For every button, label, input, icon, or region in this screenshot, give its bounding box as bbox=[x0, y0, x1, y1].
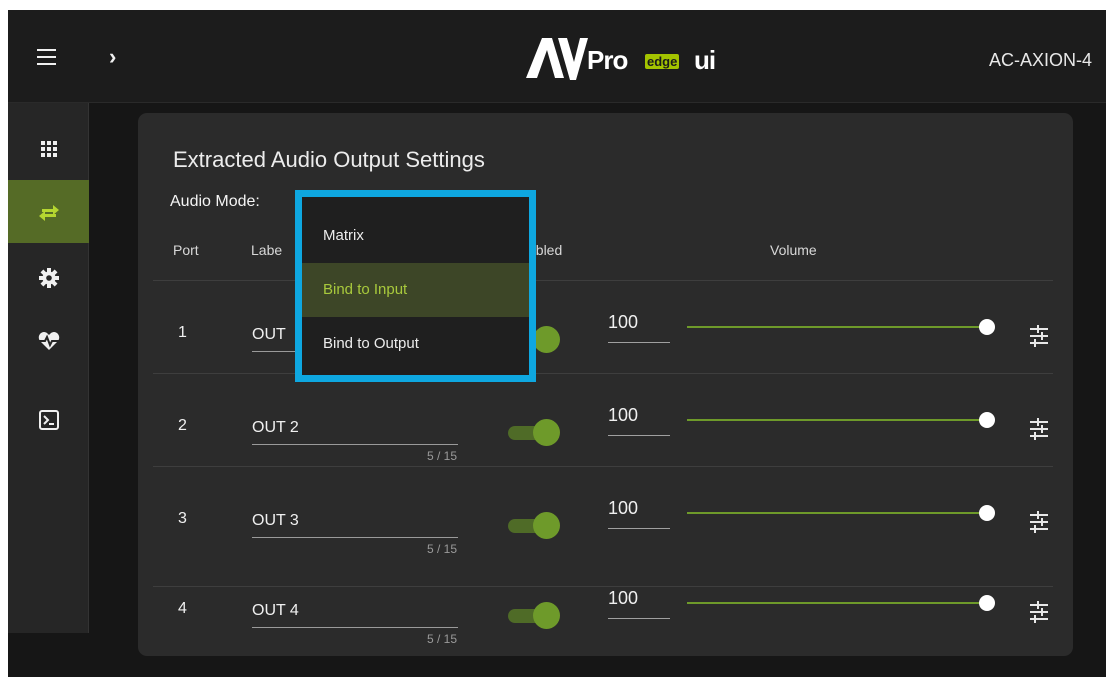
logo-ui-text: ui bbox=[694, 45, 716, 75]
column-header-port: Port bbox=[173, 242, 199, 258]
table-row: 2 OUT 2 5 / 15 100 bbox=[138, 374, 1073, 467]
column-header-volume: Volume bbox=[770, 242, 817, 258]
tune-icon[interactable] bbox=[1030, 511, 1048, 533]
char-counter: 5 / 15 bbox=[426, 449, 457, 463]
volume-slider-thumb[interactable] bbox=[979, 319, 995, 335]
volume-input[interactable]: 100 bbox=[608, 405, 638, 426]
sidebar-item-console[interactable] bbox=[8, 388, 89, 451]
chevron-right-icon[interactable]: › bbox=[109, 46, 116, 68]
label-underline bbox=[252, 627, 458, 628]
label-underline bbox=[252, 537, 458, 538]
tune-icon[interactable] bbox=[1030, 601, 1048, 623]
enabled-toggle[interactable] bbox=[508, 602, 560, 630]
device-name: AC-AXION-4 bbox=[988, 50, 1092, 70]
volume-underline bbox=[608, 435, 670, 436]
column-header-label: Labe bbox=[251, 242, 283, 258]
tune-icon[interactable] bbox=[1030, 325, 1048, 347]
av-logo-mark bbox=[526, 38, 588, 80]
volume-input[interactable]: 100 bbox=[608, 498, 638, 519]
swap-arrows-icon bbox=[38, 204, 59, 221]
table-row: 3 OUT 3 5 / 15 100 bbox=[138, 467, 1073, 560]
terminal-icon bbox=[38, 409, 59, 430]
char-counter: 5 / 15 bbox=[426, 542, 457, 556]
volume-slider[interactable] bbox=[687, 505, 995, 521]
port-number: 4 bbox=[178, 600, 187, 617]
volume-slider[interactable] bbox=[687, 319, 995, 335]
label-input[interactable]: OUT bbox=[252, 326, 286, 344]
table-row: 1 OUT 100 bbox=[138, 281, 1073, 374]
menu-item-bind-to-output[interactable]: Bind to Output bbox=[302, 317, 529, 371]
sidebar-item-settings[interactable] bbox=[8, 246, 89, 309]
volume-input[interactable]: 100 bbox=[608, 588, 638, 609]
menu-item-bind-to-input[interactable]: Bind to Input bbox=[302, 263, 529, 317]
port-number: 2 bbox=[178, 417, 187, 434]
label-input[interactable]: OUT 4 bbox=[252, 602, 299, 620]
audio-output-settings-card: Extracted Audio Output Settings Audio Mo… bbox=[138, 113, 1073, 656]
label-underline bbox=[252, 444, 458, 445]
logo-edge-text: edge bbox=[645, 54, 680, 69]
table-row: 4 OUT 4 5 / 15 100 bbox=[138, 557, 1073, 650]
top-bar: › Pro edge ui AC-AXION-4 bbox=[8, 10, 1106, 103]
audio-mode-dropdown[interactable]: Matrix Bind to Input Bind to Output bbox=[295, 190, 536, 382]
enabled-toggle[interactable] bbox=[508, 512, 560, 540]
menu-item-matrix[interactable]: Matrix bbox=[302, 209, 529, 263]
sidebar-item-health[interactable] bbox=[8, 309, 89, 372]
label-input[interactable]: OUT 2 bbox=[252, 419, 299, 437]
logo-pro-text: Pro bbox=[587, 45, 628, 75]
sidebar bbox=[8, 103, 89, 633]
port-number: 1 bbox=[178, 324, 187, 341]
char-counter: 5 / 15 bbox=[426, 632, 457, 646]
app-window: › Pro edge ui AC-AXION-4 Extracted Audio… bbox=[8, 10, 1106, 677]
menu-icon[interactable] bbox=[37, 49, 56, 65]
label-input[interactable]: OUT 3 bbox=[252, 512, 299, 530]
port-number: 3 bbox=[178, 510, 187, 527]
volume-slider[interactable] bbox=[687, 595, 995, 611]
volume-slider-thumb[interactable] bbox=[979, 595, 995, 611]
volume-underline bbox=[608, 342, 670, 343]
volume-underline bbox=[608, 618, 670, 619]
tune-icon[interactable] bbox=[1030, 418, 1048, 440]
audio-mode-label: Audio Mode: bbox=[170, 193, 260, 210]
gear-icon bbox=[38, 267, 59, 288]
grid-icon bbox=[40, 140, 57, 157]
heart-pulse-icon bbox=[38, 331, 59, 350]
volume-slider-thumb[interactable] bbox=[979, 505, 995, 521]
volume-underline bbox=[608, 528, 670, 529]
sidebar-item-dashboard[interactable] bbox=[8, 117, 89, 180]
volume-input[interactable]: 100 bbox=[608, 312, 638, 333]
enabled-toggle[interactable] bbox=[508, 419, 560, 447]
sidebar-item-routing[interactable] bbox=[8, 180, 89, 243]
volume-slider[interactable] bbox=[687, 412, 995, 428]
card-title: Extracted Audio Output Settings bbox=[173, 147, 485, 172]
volume-slider-thumb[interactable] bbox=[979, 412, 995, 428]
